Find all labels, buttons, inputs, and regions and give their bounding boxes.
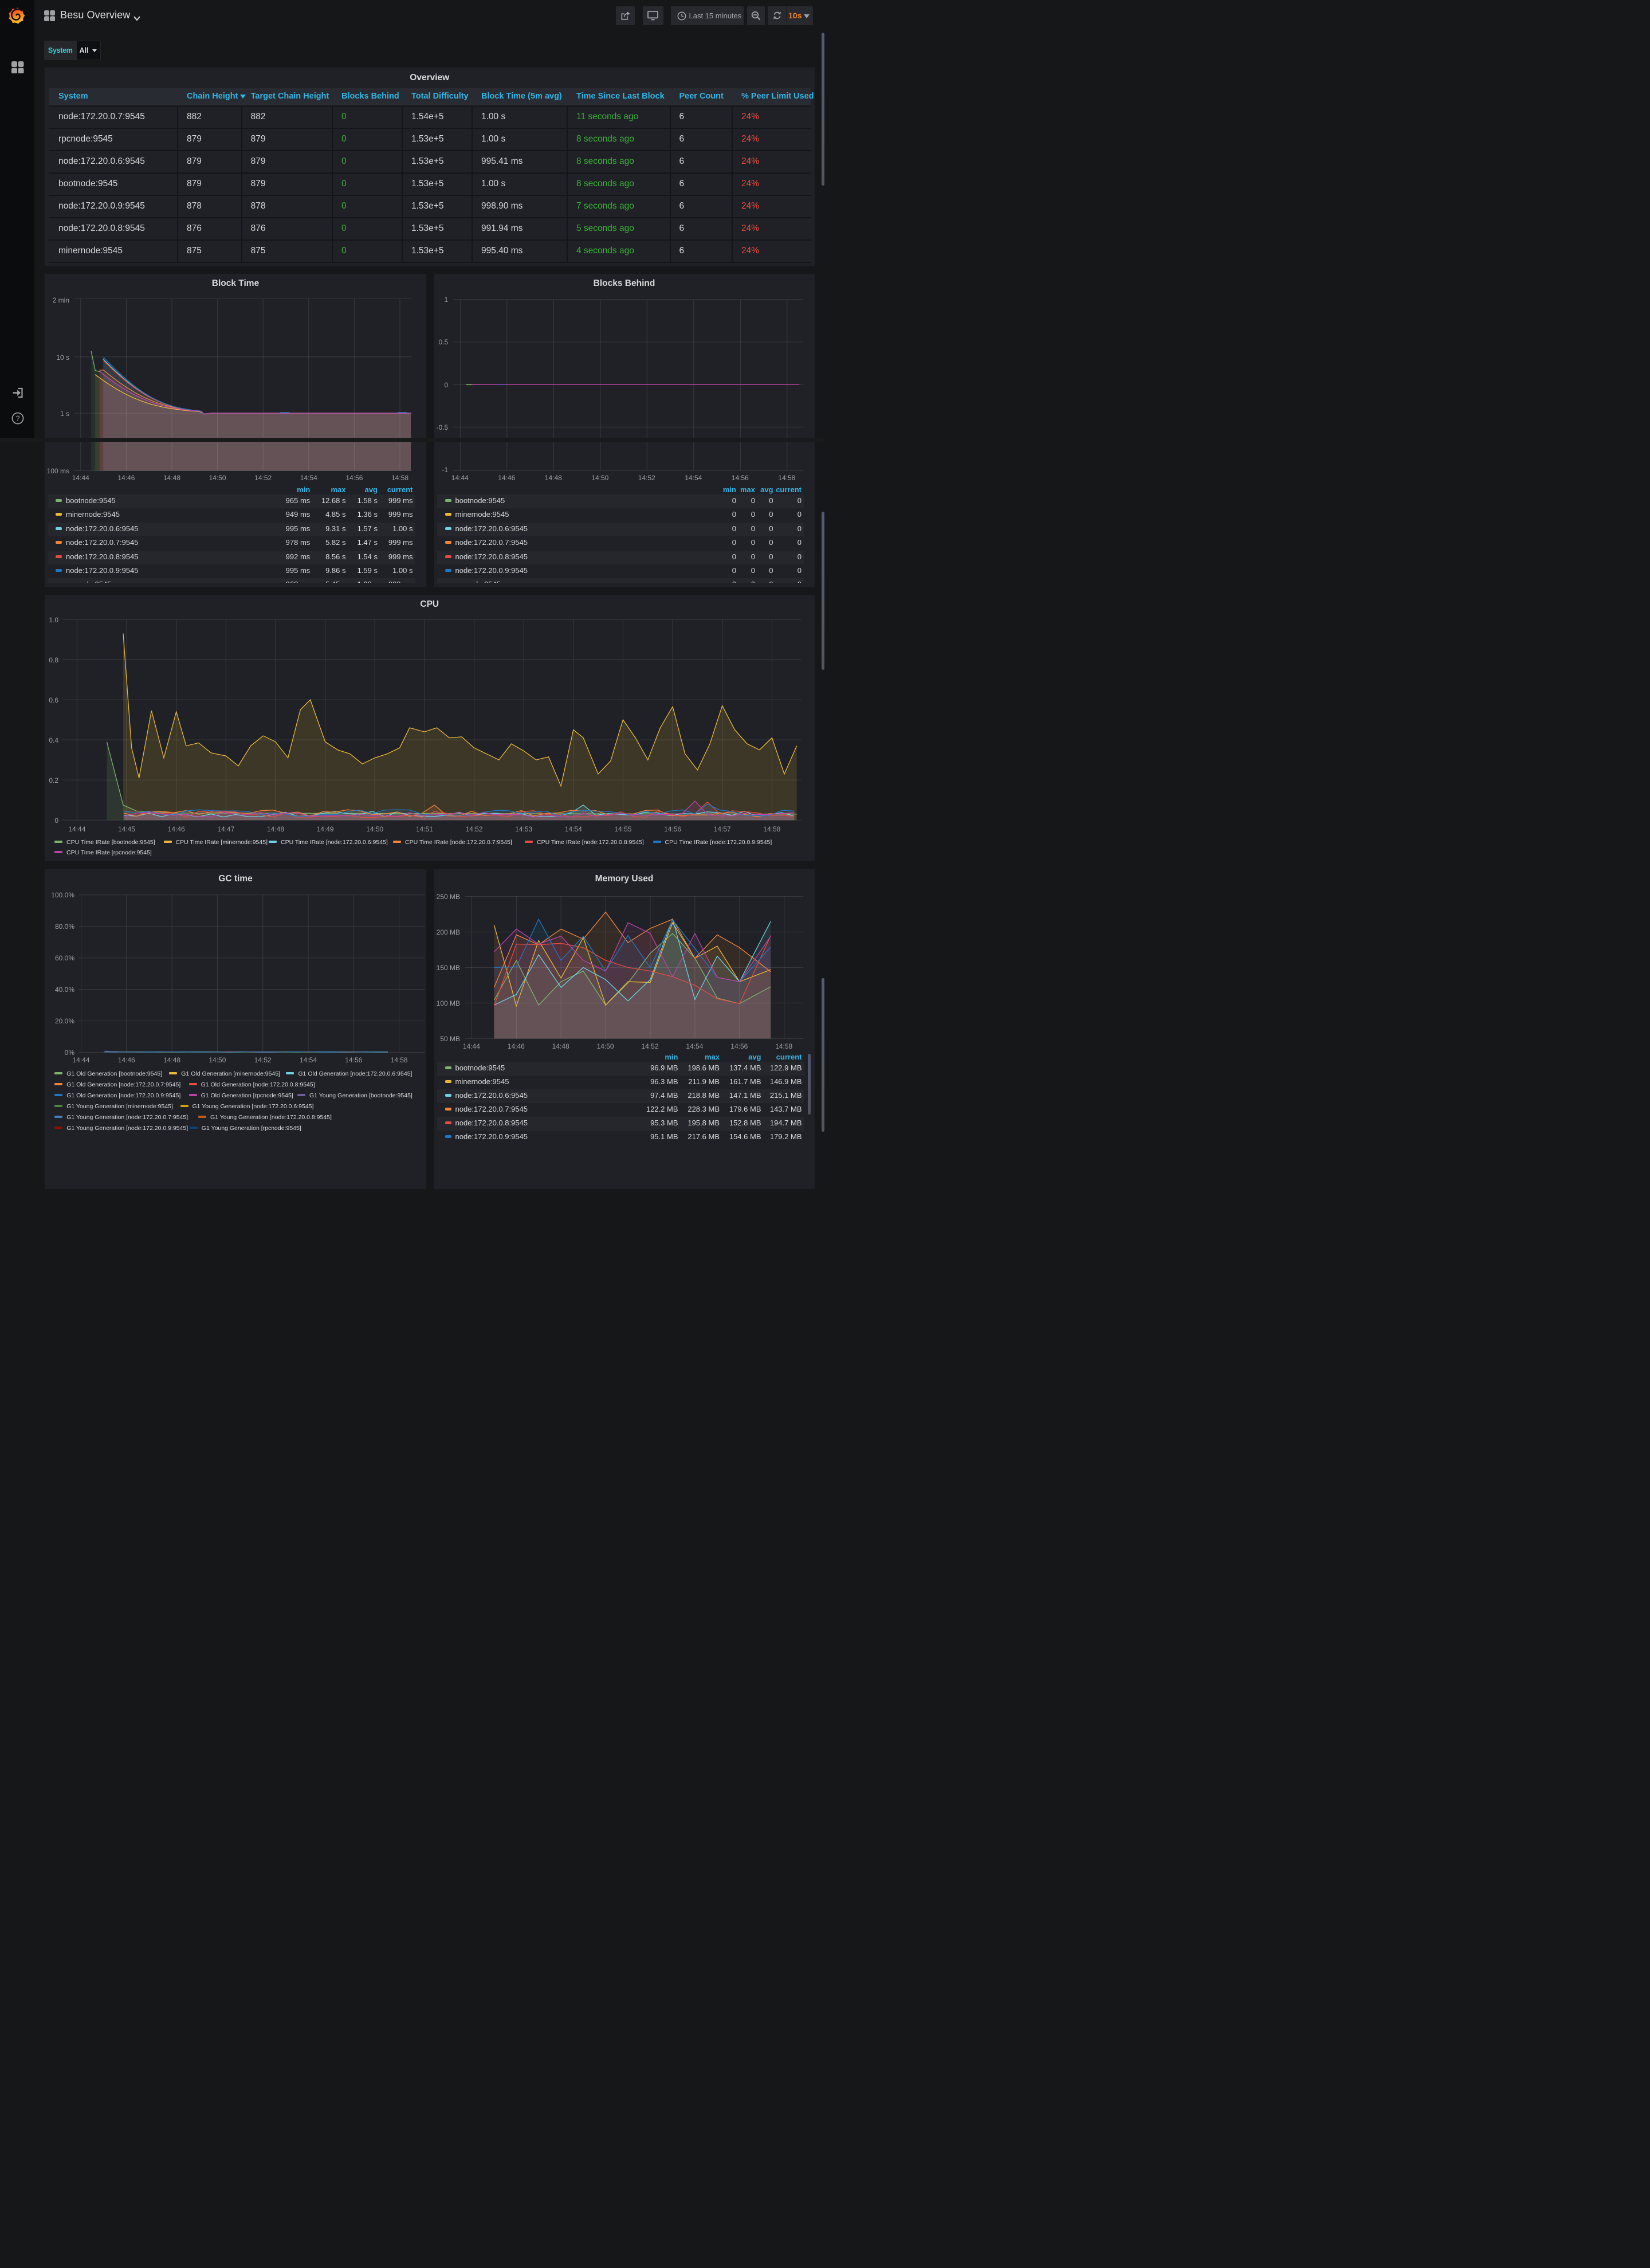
svg-text:?: ? bbox=[15, 415, 19, 423]
